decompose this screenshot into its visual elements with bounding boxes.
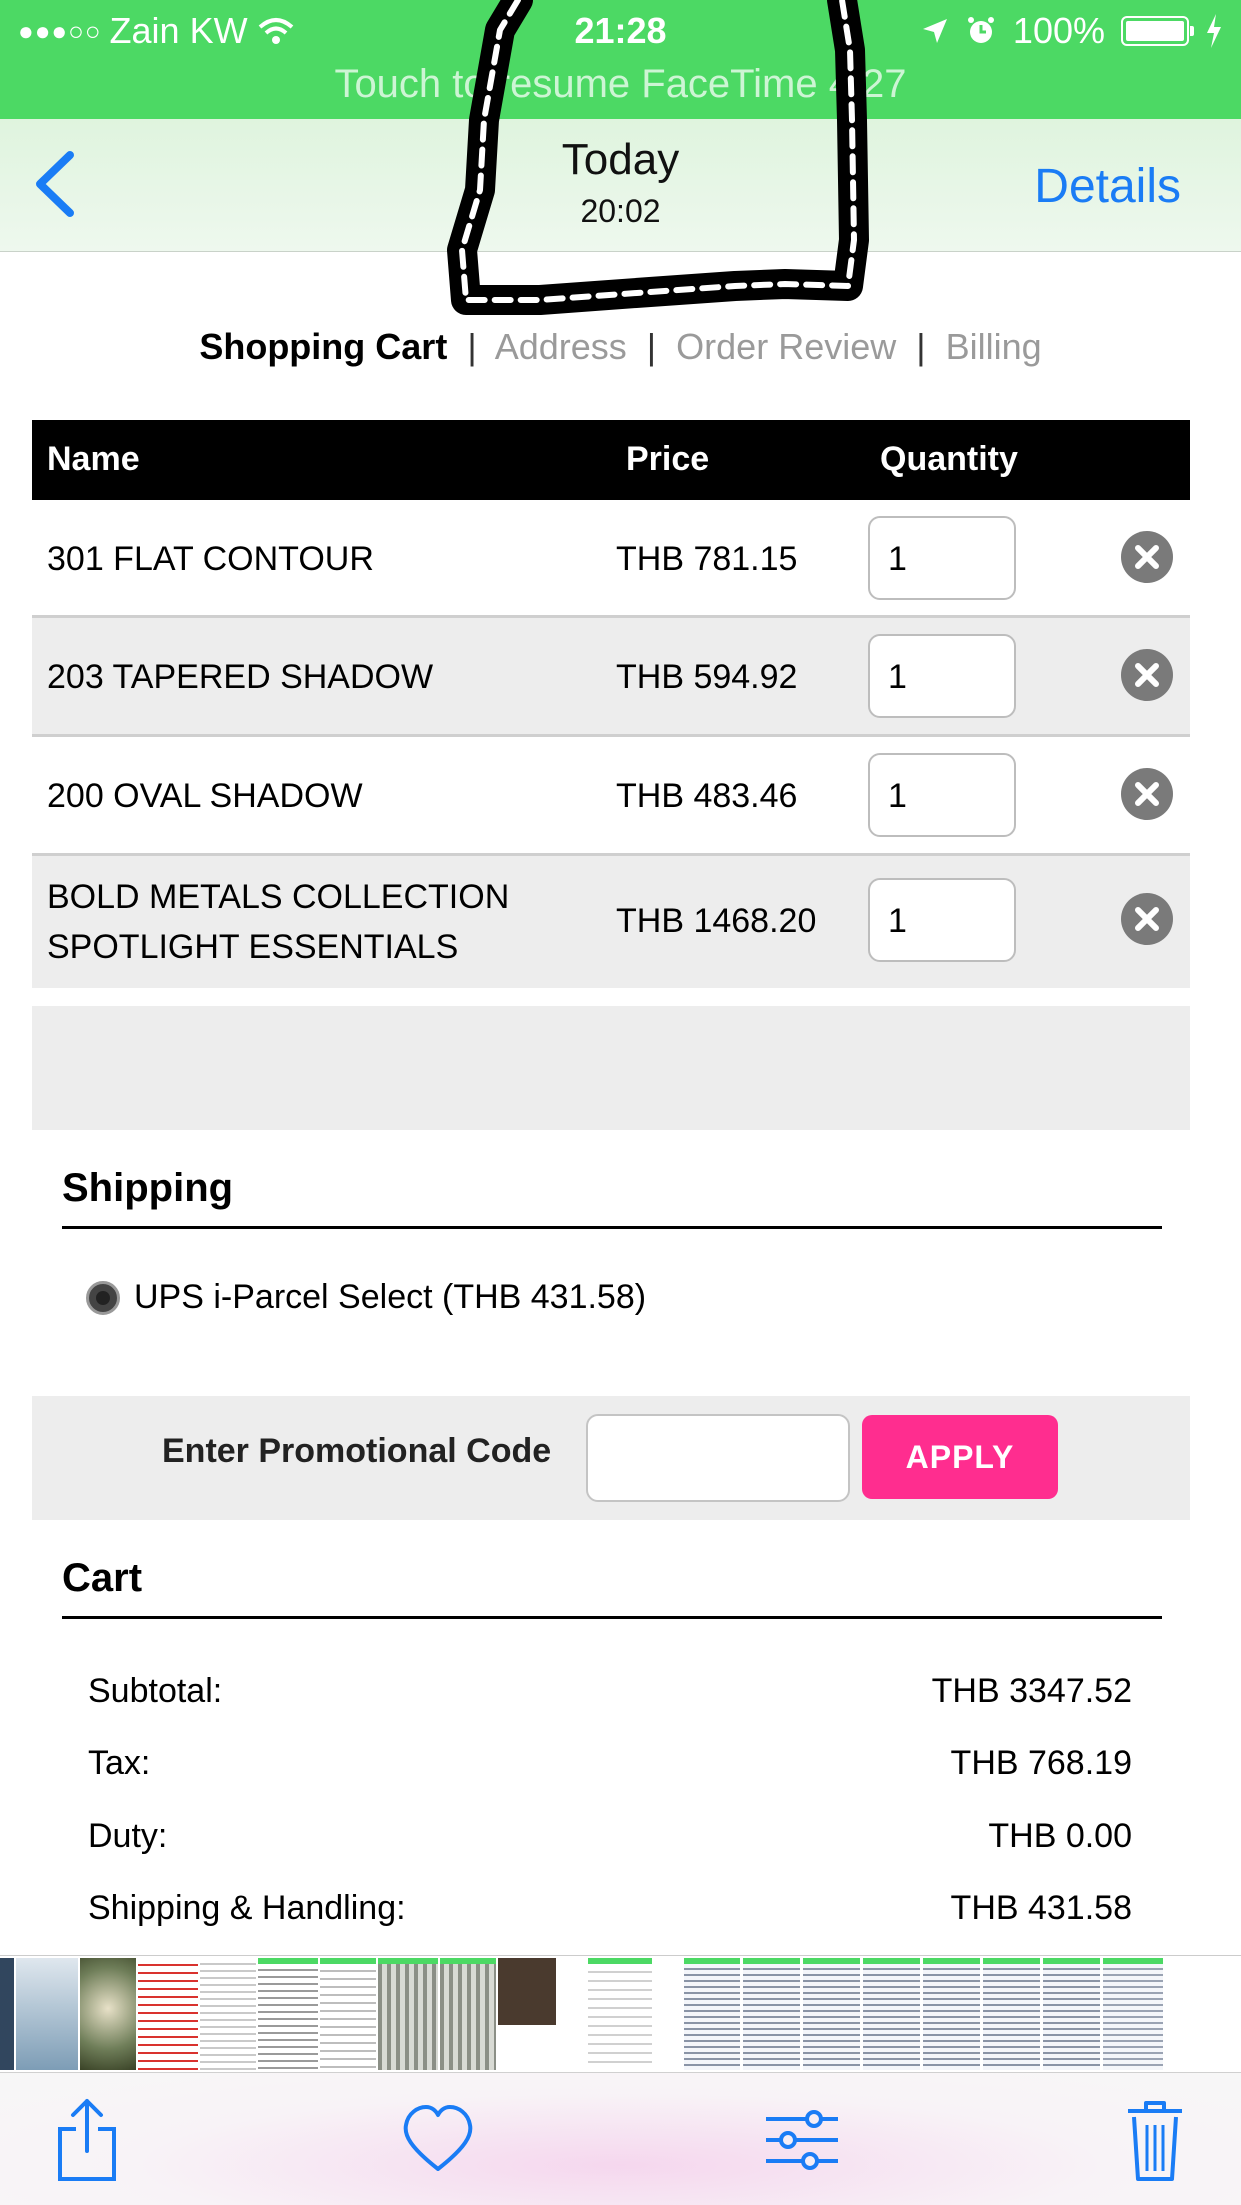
photo-thumbnail[interactable] — [0, 1958, 14, 2070]
battery-icon — [1121, 16, 1194, 46]
photo-thumbnail[interactable] — [440, 1958, 496, 2070]
photo-thumbnail[interactable] — [16, 1958, 78, 2070]
table-header: Name Price Quantity — [32, 420, 1190, 500]
step-billing[interactable]: Billing — [946, 326, 1042, 367]
cart-footer-band — [32, 1006, 1190, 1130]
product-price: THB 594.92 — [616, 658, 798, 696]
photo-thumbnail[interactable] — [983, 1958, 1040, 2070]
divider — [62, 1226, 1162, 1229]
promo-code-input[interactable] — [586, 1414, 850, 1502]
photo-thumbnail[interactable] — [803, 1958, 860, 2070]
tax-label: Tax: — [88, 1744, 151, 1782]
photo-thumbnail[interactable] — [684, 1958, 740, 2070]
subtotal-label: Subtotal: — [88, 1672, 223, 1710]
photo-thumbnail[interactable] — [258, 1958, 318, 2070]
status-bar: ●●●○○ Zain KW 21:28 100% Touch to resume… — [0, 0, 1241, 119]
shipping-heading: Shipping — [62, 1166, 234, 1210]
alarm-icon — [967, 17, 994, 43]
step-separator: | — [916, 326, 926, 367]
column-header-quantity: Quantity — [880, 440, 1018, 478]
photo-thumbnail[interactable] — [923, 1958, 980, 2070]
remove-item-icon[interactable] — [1120, 648, 1174, 702]
promo-code-label: Enter Promotional Code — [162, 1432, 552, 1470]
shipping-option[interactable]: UPS i-Parcel Select (THB 431.58) — [86, 1278, 646, 1317]
product-name: 203 TAPERED SHADOW — [47, 658, 434, 696]
tax-value: THB 768.19 — [950, 1744, 1132, 1782]
photo-thumbnail[interactable] — [863, 1958, 920, 2070]
photo-thumbnail[interactable] — [1103, 1958, 1163, 2070]
product-price: THB 1468.20 — [616, 902, 817, 940]
step-address[interactable]: Address — [495, 326, 627, 367]
step-shopping-cart[interactable]: Shopping Cart — [199, 326, 447, 367]
location-arrow-icon — [922, 19, 947, 43]
step-separator: | — [646, 326, 657, 367]
quantity-input[interactable]: 1 — [868, 753, 1016, 837]
product-name: 301 FLAT CONTOUR — [47, 540, 374, 578]
shipping-handling-value: THB 431.58 — [950, 1889, 1132, 1927]
share-icon[interactable] — [52, 2097, 122, 2183]
cart-table: Name Price Quantity 301 FLAT CONTOUR THB… — [32, 420, 1190, 988]
quantity-input[interactable]: 1 — [868, 634, 1016, 718]
subtotal-value: THB 3347.52 — [931, 1672, 1132, 1710]
photo-thumbnail-strip[interactable] — [0, 1955, 1241, 2071]
remove-item-icon[interactable] — [1120, 892, 1174, 946]
photo-thumbnail[interactable] — [743, 1958, 800, 2070]
product-price: THB 781.15 — [616, 540, 798, 578]
photo-thumbnail[interactable] — [1043, 1958, 1100, 2070]
product-price: THB 483.46 — [616, 777, 798, 815]
photos-toolbar — [0, 2072, 1241, 2205]
quantity-input[interactable]: 1 — [868, 878, 1016, 962]
checkout-steps: Shopping Cart | Address | Order Review |… — [0, 326, 1241, 368]
table-row: 200 OVAL SHADOW THB 483.46 1 — [32, 737, 1190, 856]
product-name: BOLD METALS COLLECTION SPOTLIGHT ESSENTIA… — [47, 878, 510, 966]
divider — [62, 1616, 1162, 1619]
column-header-name: Name — [47, 440, 140, 478]
shipping-radio-selected[interactable] — [86, 1280, 120, 1315]
edit-adjust-icon[interactable] — [762, 2097, 842, 2183]
promo-code-section: Enter Promotional Code APPLY — [32, 1396, 1190, 1520]
duty-value: THB 0.00 — [988, 1817, 1132, 1855]
photo-thumbnail[interactable] — [320, 1958, 376, 2070]
step-order-review[interactable]: Order Review — [676, 326, 896, 367]
shipping-handling-label: Shipping & Handling: — [88, 1889, 406, 1927]
remove-item-icon[interactable] — [1120, 767, 1174, 821]
photo-thumbnail[interactable] — [588, 1958, 652, 2070]
table-row: BOLD METALS COLLECTION SPOTLIGHT ESSENTIA… — [32, 856, 1190, 988]
photo-thumbnail[interactable] — [200, 1958, 256, 2070]
photo-thumbnail[interactable] — [498, 1958, 556, 2070]
battery-percent: 100% — [1012, 10, 1105, 51]
cart-summary-heading: Cart — [62, 1556, 143, 1600]
photo-thumbnail[interactable] — [378, 1958, 438, 2070]
shipping-option-label: UPS i-Parcel Select (THB 431.58) — [134, 1278, 647, 1316]
details-button[interactable]: Details — [1034, 159, 1181, 214]
table-row: 301 FLAT CONTOUR THB 781.15 1 — [32, 500, 1190, 618]
apply-button[interactable]: APPLY — [862, 1415, 1058, 1499]
table-row: 203 TAPERED SHADOW THB 594.92 1 — [32, 618, 1190, 737]
status-right: 100% — [921, 10, 1223, 52]
trash-icon[interactable] — [1124, 2097, 1186, 2183]
duty-label: Duty: — [88, 1817, 168, 1855]
favorite-heart-icon[interactable] — [402, 2097, 474, 2183]
navigation-bar: Today 20:02 Details — [0, 119, 1241, 252]
photo-thumbnail[interactable] — [138, 1958, 198, 2070]
quantity-input[interactable]: 1 — [868, 516, 1016, 600]
photo-thumbnail[interactable] — [80, 1958, 136, 2070]
product-name: 200 OVAL SHADOW — [47, 777, 363, 815]
charging-bolt-icon — [1207, 14, 1221, 48]
facetime-resume-banner[interactable]: Touch to resume FaceTime 4:27 — [0, 62, 1241, 107]
step-separator: | — [467, 326, 477, 367]
remove-item-icon[interactable] — [1120, 530, 1174, 584]
column-header-price: Price — [626, 440, 710, 478]
